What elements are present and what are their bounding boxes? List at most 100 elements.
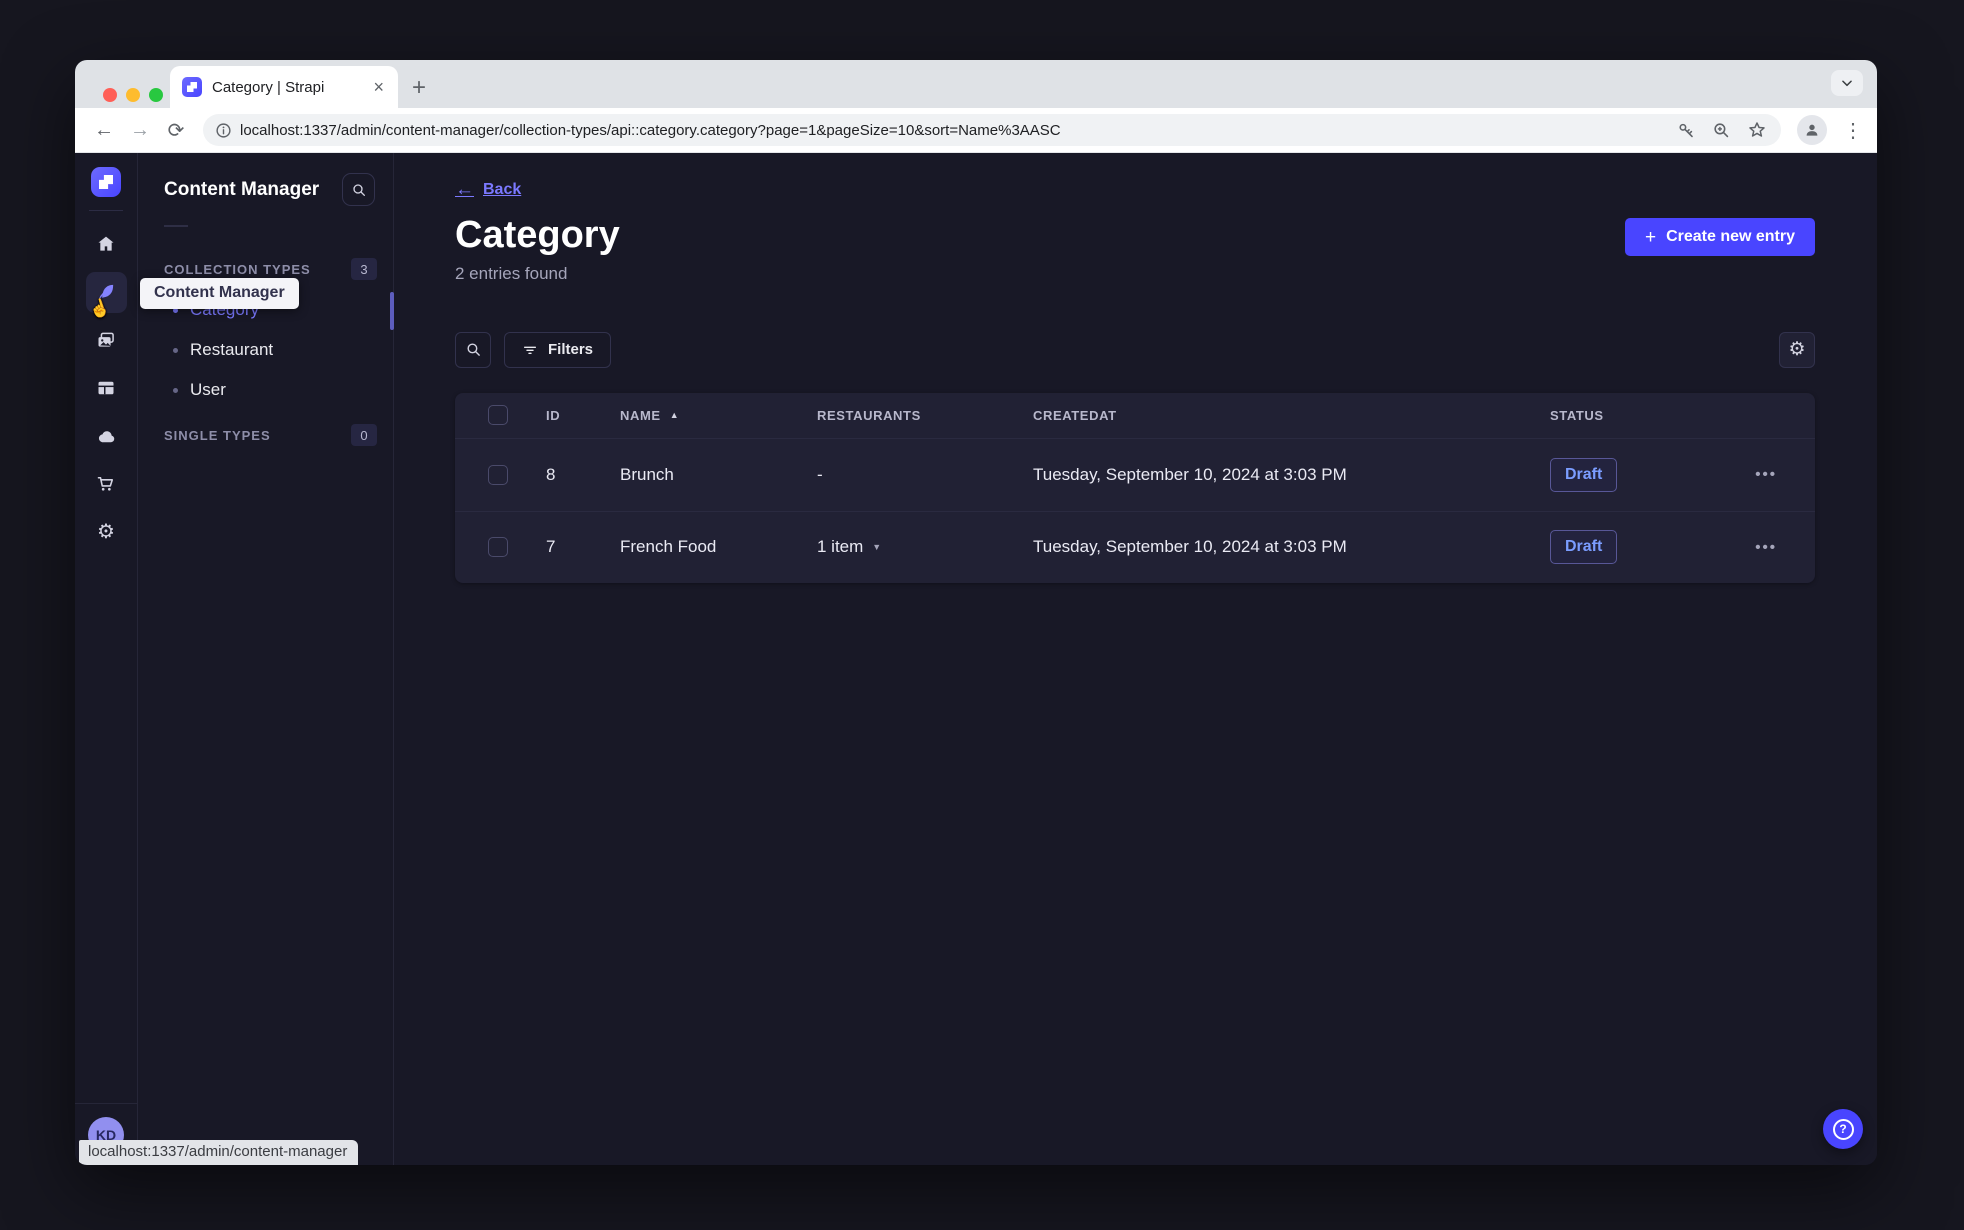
- reload-button[interactable]: ⟳: [161, 115, 191, 145]
- home-icon: [98, 236, 114, 251]
- subnav-item-user[interactable]: User: [164, 370, 393, 410]
- new-tab-button[interactable]: +: [412, 76, 426, 100]
- column-header-status[interactable]: STATUS: [1550, 408, 1745, 423]
- strapi-logo[interactable]: [91, 167, 121, 197]
- collection-types-count-badge: 3: [351, 258, 377, 280]
- forward-button[interactable]: →: [125, 115, 155, 145]
- subnav-search-button[interactable]: [342, 173, 375, 206]
- subnav-item-label: Restaurant: [190, 340, 274, 359]
- filters-label: Filters: [548, 341, 594, 359]
- tab-strip: Category | Strapi × +: [75, 60, 1877, 108]
- cell-name: Brunch: [620, 464, 674, 484]
- tab-search-button[interactable]: [1831, 70, 1863, 96]
- entries-count: 2 entries found: [455, 263, 568, 283]
- browser-window: Category | Strapi × + ← → ⟳ localhost:13…: [75, 60, 1877, 1165]
- bookmark-star-icon[interactable]: [1747, 120, 1767, 140]
- content-manager-tooltip: Content Manager: [140, 278, 299, 309]
- column-header-createdat[interactable]: CREATEDAT: [1033, 408, 1550, 423]
- table-header: ID NAME ▲ RESTAURANTS CREATEDAT STATUS: [455, 393, 1815, 439]
- column-header-id[interactable]: ID: [546, 408, 620, 423]
- select-all-checkbox[interactable]: [488, 405, 508, 426]
- layout-icon: [98, 381, 114, 395]
- nav-cloud[interactable]: [86, 416, 127, 457]
- browser-profile-avatar[interactable]: [1797, 115, 1827, 145]
- strapi-favicon-icon: [182, 77, 202, 97]
- subnav-divider: [164, 225, 188, 227]
- status-badge: Draft: [1550, 457, 1618, 492]
- collection-types-label: COLLECTION TYPES: [164, 261, 311, 277]
- maximize-window-button[interactable]: [149, 88, 163, 102]
- cell-restaurants: -: [817, 464, 823, 484]
- link-preview-status-bar: localhost:1337/admin/content-manager: [79, 1140, 359, 1165]
- nav-marketplace[interactable]: [86, 464, 127, 505]
- create-new-entry-label: Create new entry: [1666, 228, 1795, 245]
- nav-media-library[interactable]: [86, 320, 127, 361]
- search-icon: [466, 343, 480, 357]
- omnibox-actions: [1677, 120, 1771, 140]
- close-tab-icon[interactable]: ×: [369, 76, 388, 98]
- search-entries-button[interactable]: [455, 331, 491, 368]
- table-row[interactable]: 8 Brunch - Tuesday, September 10, 2024 a…: [455, 439, 1815, 511]
- row-checkbox[interactable]: [488, 464, 508, 485]
- single-types-label: SINGLE TYPES: [164, 427, 271, 443]
- status-badge: Draft: [1550, 530, 1618, 565]
- cell-createdat: Tuesday, September 10, 2024 at 3:03 PM: [1033, 464, 1347, 484]
- search-icon: [352, 183, 365, 196]
- filter-icon: [524, 346, 536, 354]
- list-toolbar: Filters ⚙: [455, 331, 1815, 368]
- create-new-entry-button[interactable]: + Create new entry: [1624, 218, 1815, 256]
- tab-title: Category | Strapi: [212, 78, 325, 96]
- cloud-icon: [98, 430, 114, 442]
- chevron-down-icon: [1842, 80, 1852, 87]
- media-library-icon: [98, 332, 114, 347]
- password-key-icon[interactable]: [1677, 121, 1696, 140]
- back-button[interactable]: ←: [89, 115, 119, 145]
- caret-down-icon: ▼: [872, 542, 882, 553]
- active-item-indicator: [390, 292, 394, 330]
- nav-home[interactable]: [86, 224, 127, 265]
- rail-divider: [89, 210, 123, 211]
- sort-ascending-icon: ▲: [669, 410, 680, 421]
- help-button[interactable]: ?: [1823, 1109, 1863, 1149]
- single-types-count-badge: 0: [351, 424, 377, 446]
- page-title: Category: [455, 214, 620, 256]
- url-text[interactable]: localhost:1337/admin/content-manager/col…: [240, 122, 1669, 139]
- site-info-icon[interactable]: [215, 122, 232, 139]
- column-header-restaurants[interactable]: RESTAURANTS: [817, 408, 1033, 423]
- subnav-item-restaurant[interactable]: Restaurant: [164, 330, 393, 370]
- close-window-button[interactable]: [103, 88, 117, 102]
- bullet-icon: [173, 387, 178, 393]
- person-icon: [1806, 124, 1818, 136]
- subnav-item-label: User: [190, 380, 226, 399]
- browser-toolbar: ← → ⟳ localhost:1337/admin/content-manag…: [75, 108, 1877, 153]
- zoom-page-icon[interactable]: [1712, 121, 1731, 140]
- table-row[interactable]: 7 French Food 1 item ▼ Tuesday, September…: [455, 510, 1815, 583]
- shopping-cart-icon: [97, 476, 114, 491]
- view-settings-button[interactable]: ⚙: [1779, 331, 1815, 368]
- cell-id: 7: [546, 537, 556, 557]
- row-checkbox[interactable]: [488, 537, 508, 558]
- filters-button[interactable]: Filters: [504, 331, 612, 368]
- strapi-admin: ☝ ⚙ KD Content Manager COLLECTION TYPES …: [75, 153, 1877, 1165]
- cell-restaurants[interactable]: 1 item ▼: [817, 537, 1033, 557]
- back-label: Back: [483, 180, 522, 198]
- gear-icon: ⚙: [97, 521, 115, 543]
- main-nav-rail: ☝ ⚙ KD: [75, 153, 138, 1165]
- nav-content-manager[interactable]: ☝: [85, 271, 127, 320]
- nav-content-type-builder[interactable]: [86, 368, 127, 409]
- url-bar[interactable]: localhost:1337/admin/content-manager/col…: [203, 114, 1781, 146]
- row-actions-button[interactable]: •••: [1755, 539, 1777, 556]
- browser-menu-button[interactable]: ⋮: [1843, 118, 1863, 143]
- gear-icon: ⚙: [1788, 339, 1806, 361]
- arrow-left-icon: ←: [455, 179, 474, 200]
- single-types-section: SINGLE TYPES 0: [164, 424, 393, 446]
- browser-tab[interactable]: Category | Strapi ×: [170, 66, 398, 108]
- row-actions-button[interactable]: •••: [1755, 466, 1777, 483]
- minimize-window-button[interactable]: [126, 88, 140, 102]
- bullet-icon: [173, 347, 178, 353]
- window-controls: [103, 88, 163, 102]
- column-header-name[interactable]: NAME ▲: [620, 408, 817, 423]
- nav-settings[interactable]: ⚙: [86, 512, 127, 553]
- subnav-title: Content Manager: [164, 178, 320, 200]
- back-link[interactable]: ← Back: [455, 180, 521, 199]
